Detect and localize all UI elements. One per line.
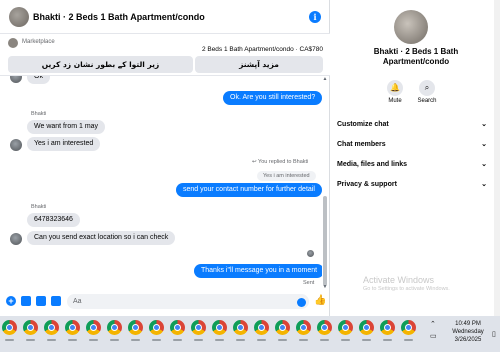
bell-icon: 🔔 bbox=[387, 80, 403, 96]
message-bubble-out[interactable]: Ok. Are you still interested? bbox=[223, 91, 322, 105]
watermark-title: Activate Windows bbox=[363, 275, 435, 285]
taskbar-chrome-icon[interactable] bbox=[317, 320, 332, 341]
activate-windows-watermark: Activate Windows Go to Settings to activ… bbox=[363, 275, 450, 292]
search-button[interactable]: ⌕ Search bbox=[412, 80, 442, 104]
sender-avatar bbox=[10, 76, 22, 83]
message-scrollbar[interactable]: ▲ ▼ bbox=[322, 76, 328, 290]
conversation-info-pane: Bhakti · 2 Beds 1 Bath Apartment/condo 🔔… bbox=[331, 0, 500, 316]
section-label: Media, files and links bbox=[337, 161, 408, 168]
section-customize-chat[interactable]: Customize chat ⌄ bbox=[337, 118, 487, 132]
more-options-button[interactable]: مزید آپشنز bbox=[195, 56, 323, 73]
taskbar-chrome-icon[interactable] bbox=[359, 320, 374, 341]
composer: + Aa 👍 bbox=[0, 290, 330, 314]
info-icon[interactable]: i bbox=[309, 11, 321, 23]
chevron-down-icon: ⌄ bbox=[481, 121, 487, 128]
contact-avatar-large[interactable] bbox=[394, 10, 428, 44]
taskbar-chrome-icon[interactable] bbox=[380, 320, 395, 341]
sender-name: Bhakti bbox=[31, 111, 47, 117]
windows-taskbar: ⌃ ▭ 10:49 PM Wednesday 3/26/2025 ▯ bbox=[0, 316, 500, 352]
message-input[interactable]: Aa bbox=[67, 294, 309, 309]
clock-time: 10:49 PM bbox=[455, 321, 481, 327]
chevron-down-icon: ⌄ bbox=[481, 161, 487, 168]
show-hidden-icons-chevron-icon[interactable]: ⌃ bbox=[430, 320, 436, 328]
taskbar-chrome-icon[interactable] bbox=[149, 320, 164, 341]
taskbar-chrome-icon[interactable] bbox=[296, 320, 311, 341]
mute-label: Mute bbox=[388, 98, 402, 104]
listing-title[interactable]: 2 Beds 1 Bath Apartment/condo · CA$780 bbox=[202, 46, 323, 53]
sender-avatar bbox=[10, 139, 22, 151]
taskbar-chrome-icon[interactable] bbox=[275, 320, 290, 341]
clock[interactable]: 10:49 PM Wednesday 3/26/2025 bbox=[444, 320, 492, 344]
gif-icon[interactable] bbox=[51, 296, 61, 306]
chevron-down-icon: ⌄ bbox=[481, 181, 487, 188]
message-bubble-in[interactable]: Ok bbox=[27, 76, 50, 84]
emoji-icon[interactable] bbox=[297, 298, 306, 307]
seen-avatar bbox=[307, 250, 314, 257]
image-icon[interactable] bbox=[21, 296, 31, 306]
taskbar-chrome-icon[interactable] bbox=[212, 320, 227, 341]
taskbar-chrome-icon[interactable] bbox=[233, 320, 248, 341]
taskbar-chrome-icon[interactable] bbox=[254, 320, 269, 341]
search-icon: ⌕ bbox=[419, 80, 435, 96]
chat-title[interactable]: Bhakti · 2 Beds 1 Bath Apartment/condo bbox=[33, 12, 205, 22]
taskbar-chrome-icon[interactable] bbox=[338, 320, 353, 341]
taskbar-chrome-icon[interactable] bbox=[107, 320, 122, 341]
mute-button[interactable]: 🔔 Mute bbox=[380, 80, 410, 104]
reply-note: You replied to Bhakti bbox=[258, 159, 309, 165]
notifications-icon[interactable]: ▯ bbox=[492, 330, 496, 338]
clock-day: Wednesday bbox=[452, 329, 484, 335]
contact-avatar[interactable] bbox=[9, 7, 29, 27]
sender-avatar bbox=[10, 233, 22, 245]
message-bubble-out[interactable]: send your contact number for further det… bbox=[176, 183, 322, 197]
mark-pending-button[interactable]: زیر التوا کے بطور نشان زد کریں bbox=[8, 56, 193, 73]
search-label: Search bbox=[417, 98, 437, 104]
contact-name: Bhakti · 2 Beds 1 Bath Apartment/condo bbox=[373, 47, 459, 66]
system-tray: ⌃ ▭ 10:49 PM Wednesday 3/26/2025 ▯ bbox=[428, 320, 500, 352]
section-media-files-links[interactable]: Media, files and links ⌄ bbox=[337, 158, 487, 172]
sent-status: Sent bbox=[303, 280, 315, 286]
section-label: Customize chat bbox=[337, 121, 389, 128]
taskbar-chrome-icon[interactable] bbox=[170, 320, 185, 341]
sender-name: Bhakti bbox=[31, 204, 47, 210]
clock-date: 3/26/2025 bbox=[454, 337, 482, 343]
taskbar-chrome-icon[interactable] bbox=[191, 320, 206, 341]
sticker-icon[interactable] bbox=[36, 296, 46, 306]
section-privacy-support[interactable]: Privacy & support ⌄ bbox=[337, 178, 487, 192]
scroll-thumb[interactable] bbox=[323, 196, 327, 286]
chat-pane: Bhakti · 2 Beds 1 Bath Apartment/condo i… bbox=[0, 0, 330, 316]
message-bubble-in[interactable]: We want from 1 may bbox=[27, 120, 106, 134]
plus-icon[interactable]: + bbox=[6, 296, 16, 306]
section-label: Chat members bbox=[337, 141, 386, 148]
scroll-up-icon[interactable]: ▲ bbox=[322, 76, 328, 82]
taskbar-chrome-icon[interactable] bbox=[128, 320, 143, 341]
taskbar-chrome-icon[interactable] bbox=[86, 320, 101, 341]
quoted-message[interactable]: Yes i am interested bbox=[257, 171, 316, 181]
chevron-down-icon: ⌄ bbox=[481, 141, 487, 148]
message-bubble-in[interactable]: 6478323646 bbox=[27, 213, 80, 227]
message-bubble-in[interactable]: Yes i am interested bbox=[27, 137, 101, 151]
taskbar-chrome-icon[interactable] bbox=[2, 320, 17, 341]
message-bubble-in[interactable]: Can you send exact location so i can che… bbox=[27, 231, 176, 245]
network-icon[interactable]: ▭ bbox=[430, 332, 437, 340]
like-icon[interactable]: 👍 bbox=[314, 295, 326, 306]
taskbar-chrome-icon[interactable] bbox=[65, 320, 80, 341]
section-chat-members[interactable]: Chat members ⌄ bbox=[337, 138, 487, 152]
message-list: Ok Ok. Are you still interested? Bhakti … bbox=[0, 76, 322, 290]
taskbar-chrome-icon[interactable] bbox=[401, 320, 416, 341]
watermark-subtitle: Go to Settings to activate Windows. bbox=[363, 286, 450, 292]
message-bubble-out[interactable]: Thanks i"ll message you in a moment bbox=[194, 264, 322, 278]
section-label: Privacy & support bbox=[337, 181, 397, 188]
marketplace-label: Marketplace bbox=[22, 39, 55, 45]
taskbar-chrome-icon[interactable] bbox=[23, 320, 38, 341]
marketplace-banner: Marketplace 2 Beds 1 Bath Apartment/cond… bbox=[0, 34, 330, 76]
reply-indicator: ↩ You replied to Bhakti bbox=[252, 159, 309, 165]
listing-thumbnail[interactable] bbox=[8, 38, 18, 48]
side-scrollbar[interactable] bbox=[494, 0, 500, 316]
taskbar-chrome-icon[interactable] bbox=[44, 320, 59, 341]
chat-header: Bhakti · 2 Beds 1 Bath Apartment/condo i bbox=[0, 0, 330, 34]
